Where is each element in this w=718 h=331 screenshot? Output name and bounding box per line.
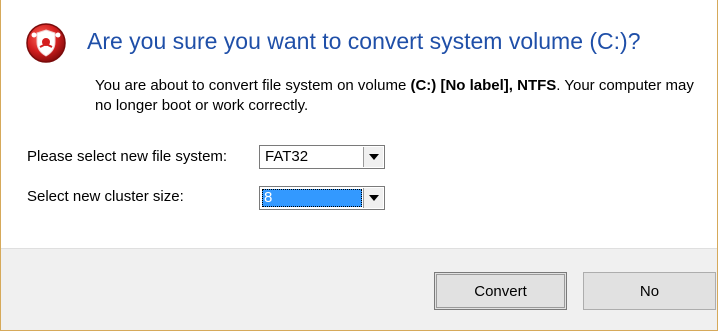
convert-button[interactable]: Convert bbox=[434, 272, 567, 310]
chevron-down-icon[interactable] bbox=[363, 188, 383, 208]
message-prefix: You are about to convert file system on … bbox=[95, 77, 411, 94]
no-button[interactable]: No bbox=[583, 272, 716, 310]
dialog-footer: Convert No bbox=[1, 248, 717, 330]
warning-shield-icon bbox=[25, 22, 67, 64]
cluster-size-select[interactable]: 8 bbox=[259, 186, 385, 210]
file-system-label: Please select new file system: bbox=[27, 148, 228, 165]
dialog-message: You are about to convert file system on … bbox=[95, 76, 705, 116]
chevron-down-icon[interactable] bbox=[363, 147, 383, 167]
dialog-content: Are you sure you want to convert system … bbox=[1, 0, 717, 248]
file-system-select[interactable]: FAT32 bbox=[259, 145, 385, 169]
message-volume: (C:) [No label], NTFS bbox=[410, 77, 557, 94]
file-system-value: FAT32 bbox=[265, 148, 309, 165]
dialog-title: Are you sure you want to convert system … bbox=[87, 28, 641, 54]
cluster-size-value: 8 bbox=[262, 189, 362, 207]
convert-dialog: Are you sure you want to convert system … bbox=[0, 0, 718, 331]
cluster-size-label: Select new cluster size: bbox=[27, 188, 184, 205]
